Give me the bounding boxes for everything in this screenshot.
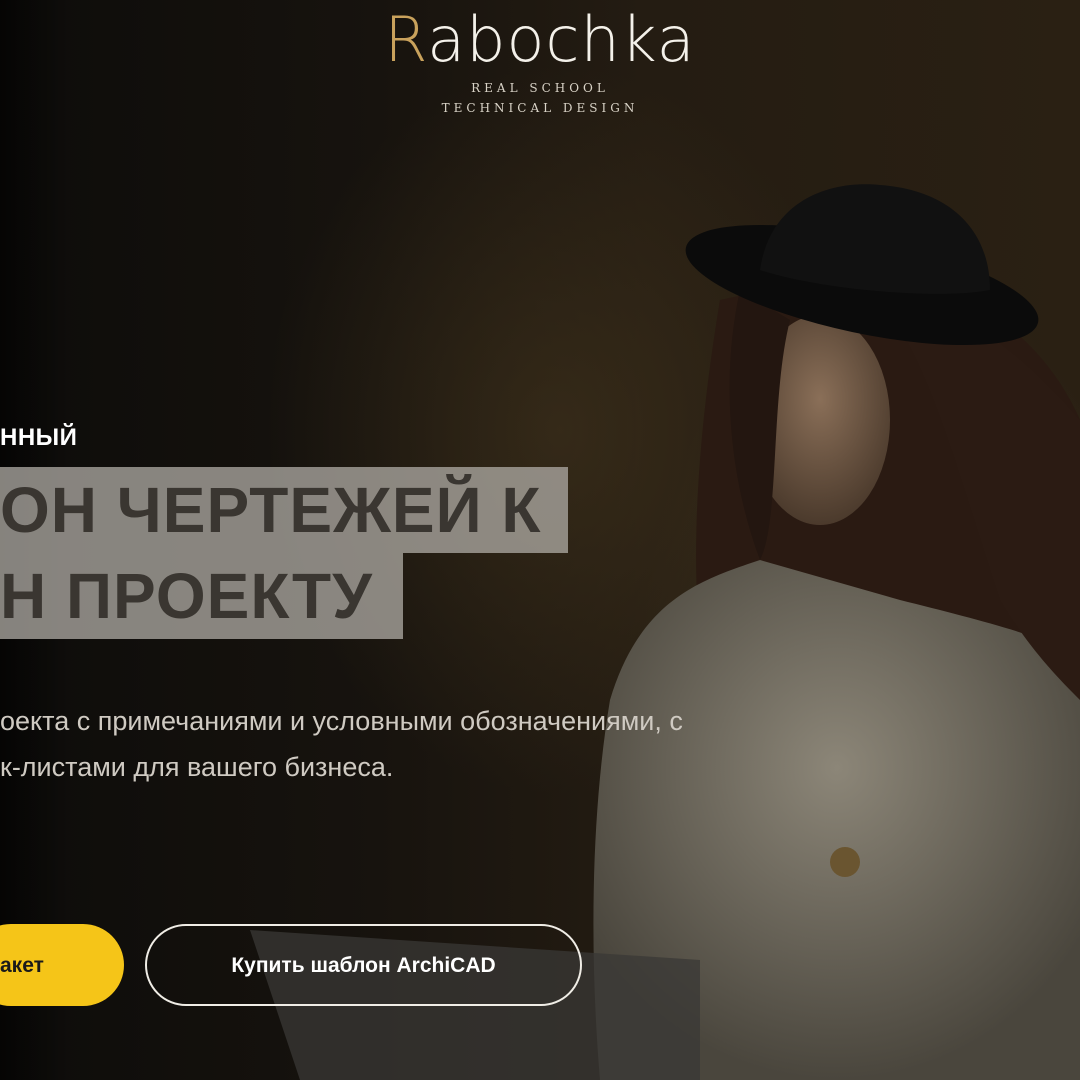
hero-eyebrow: ННЫЙ <box>0 424 78 451</box>
logo-tagline-2: TECHNICAL DESIGN <box>441 101 639 115</box>
buy-archicad-template-button[interactable]: Купить шаблон ArchiCAD <box>145 924 582 1006</box>
hero-title-line-1: ОН ЧЕРТЕЖЕЙ К <box>0 467 568 553</box>
hero-title-line-2: Н ПРОЕКТУ <box>0 553 403 639</box>
buy-package-button[interactable]: акет <box>0 924 124 1006</box>
logo-name: abochka <box>427 3 696 76</box>
logo-initial: R <box>384 3 428 76</box>
hero-description: оекта с примечаниями и условными обознач… <box>0 698 800 790</box>
hero-description-line-2: к-листами для вашего бизнеса. <box>0 752 394 782</box>
logo-wordmark: Rabochka <box>0 2 1080 78</box>
site-logo[interactable]: Rabochka REAL SCHOOL TECHNICAL DESIGN <box>0 0 1080 118</box>
hero-description-line-1: оекта с примечаниями и условными обознач… <box>0 706 683 736</box>
logo-tagline-1: REAL SCHOOL <box>471 81 609 95</box>
